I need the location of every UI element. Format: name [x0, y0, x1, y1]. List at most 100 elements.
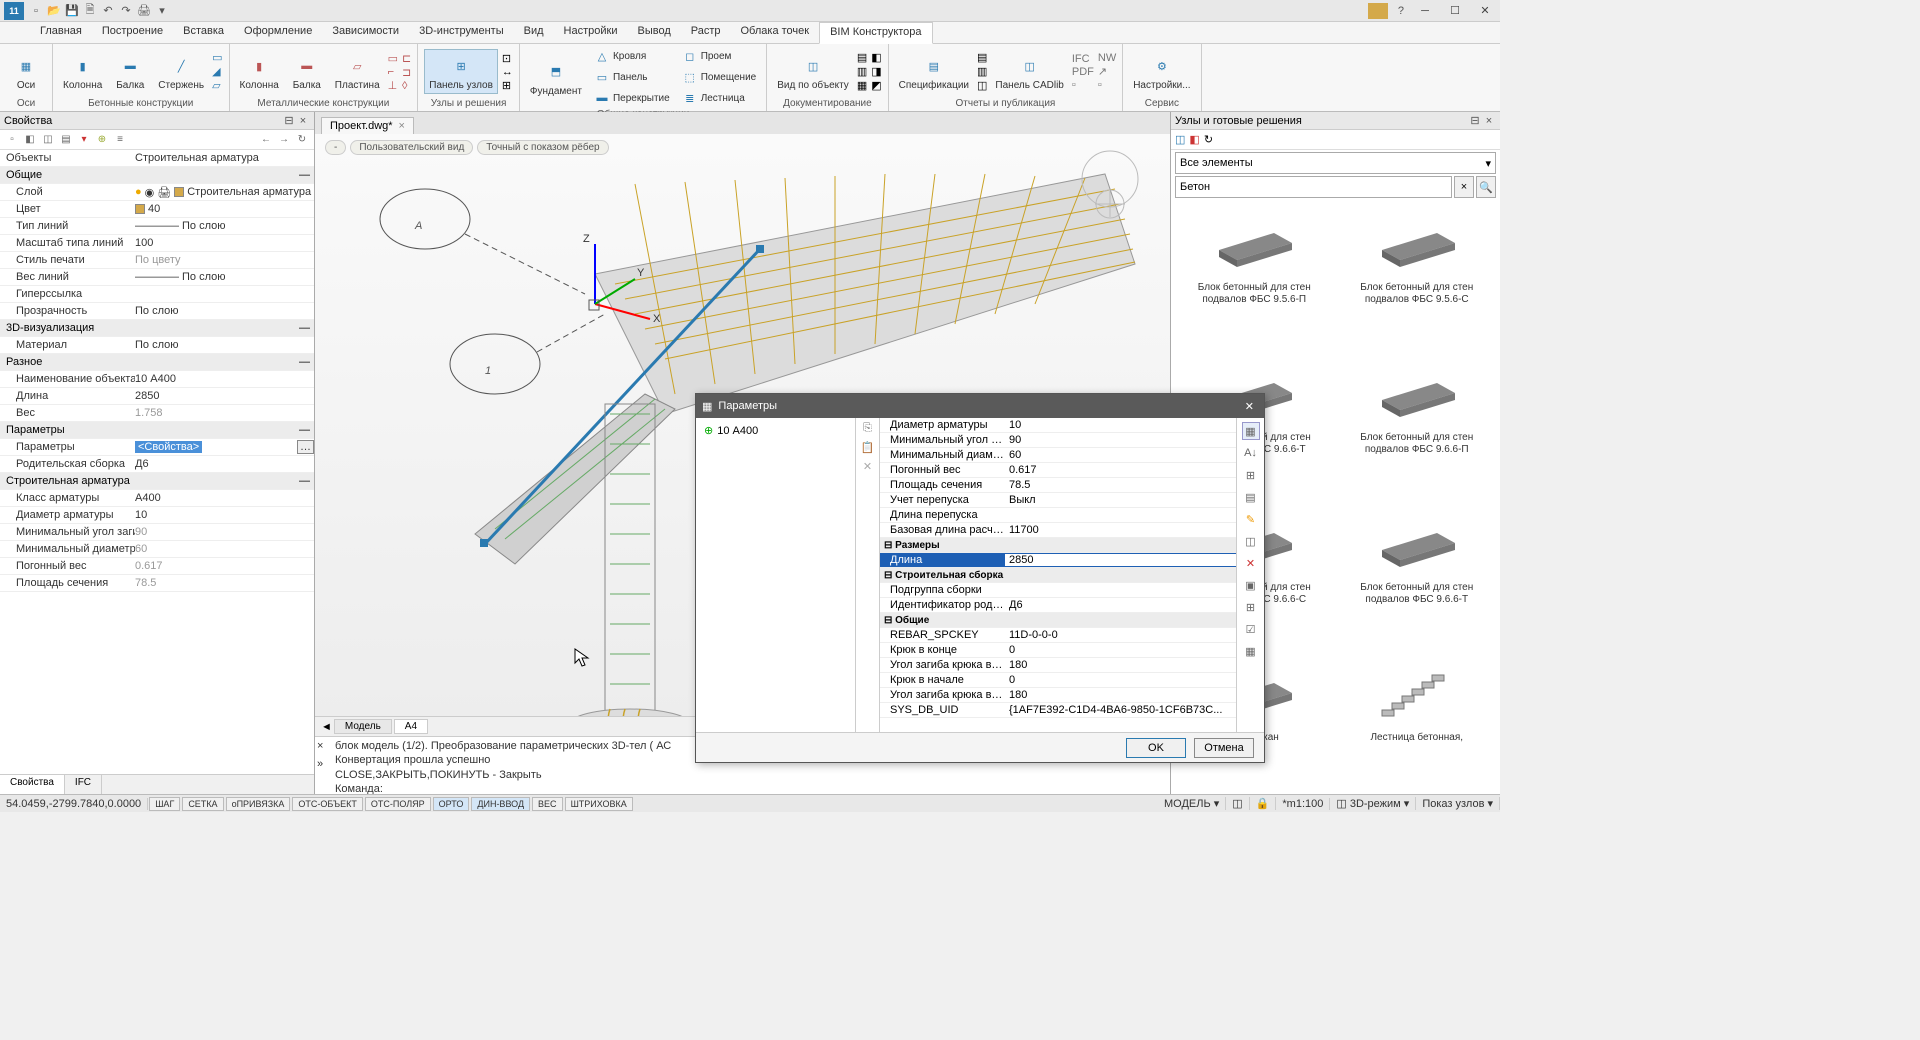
sim-icon[interactable]: ↗ — [1098, 65, 1116, 78]
extra-icon[interactable]: ◢ — [212, 65, 222, 78]
specifications-button[interactable]: ▤Спецификации — [895, 50, 973, 93]
material-value[interactable]: По слою — [135, 339, 314, 351]
section-rebar[interactable]: Строительная арматура— — [0, 473, 314, 490]
params-value[interactable]: <Свойства>… — [135, 440, 314, 454]
tool-icon[interactable]: ◧ — [1189, 133, 1199, 146]
tool-icon[interactable]: ⊞ — [1242, 466, 1260, 484]
extra-icon[interactable]: ↔ — [502, 66, 513, 78]
extra-icon[interactable]: ◧ — [871, 51, 881, 64]
tab-pointcloud[interactable]: Облака точек — [731, 22, 820, 43]
saveall-icon[interactable]: 🗎 — [82, 3, 98, 19]
maximize-button[interactable]: ☐ — [1440, 1, 1470, 21]
extra-icon[interactable]: ▦ — [857, 79, 867, 92]
parentasm-value[interactable]: Д6 — [135, 458, 314, 470]
section-params[interactable]: Параметры— — [0, 422, 314, 439]
dialog-prop-row[interactable]: Подгруппа сборки — [880, 583, 1236, 598]
dialog-prop-row[interactable]: Базовая длина расчета пер...11700 — [880, 523, 1236, 538]
tab-main[interactable]: Главная — [30, 22, 92, 43]
search-icon[interactable]: 🔍 — [1476, 176, 1496, 198]
extra-icon[interactable]: ⊞ — [502, 79, 513, 92]
status-toggle[interactable]: ОТС-ПОЛЯР — [365, 797, 431, 811]
tab-3dtools[interactable]: 3D-инструменты — [409, 22, 514, 43]
scale-icon[interactable]: ▫ — [1072, 79, 1094, 91]
save-icon[interactable]: 💾 — [64, 3, 80, 19]
tool-icon[interactable]: ☑ — [1242, 620, 1260, 638]
catalog-item[interactable]: Блок бетонный для стен подвалов ФБС 9.5.… — [1175, 206, 1334, 352]
extra-icon[interactable]: ⊥ — [388, 79, 398, 92]
close-icon[interactable]: ✕ — [1241, 400, 1258, 413]
catalog-item[interactable]: Блок бетонный для стен подвалов ФБС 9.6.… — [1338, 356, 1497, 502]
minimize-button[interactable]: ─ — [1410, 1, 1440, 21]
model-tab-a4[interactable]: А4 — [394, 719, 428, 734]
model-tab-model[interactable]: Модель — [334, 719, 392, 734]
status-toggle[interactable]: ОТС-ОБЪЕКТ — [292, 797, 362, 811]
tree-node[interactable]: ⊕10 А400 — [700, 422, 851, 439]
ltscale-value[interactable]: 100 — [135, 237, 314, 249]
diameter-value[interactable]: 10 — [135, 509, 314, 521]
sort-categorized-icon[interactable]: ▦ — [1242, 422, 1260, 440]
tool-icon[interactable]: ≡ — [112, 132, 128, 148]
tab-constraints[interactable]: Зависимости — [322, 22, 409, 43]
panel-button[interactable]: ▭Панель — [590, 67, 674, 87]
search-input[interactable] — [1175, 176, 1452, 198]
dialog-prop-row[interactable]: Минимальный диаметр гиба60 — [880, 448, 1236, 463]
extra-icon[interactable]: ⌐ — [388, 66, 398, 78]
status-toggle[interactable]: ШТРИХОВКА — [565, 797, 633, 811]
opening-button[interactable]: ◻Проем — [678, 46, 761, 66]
dialog-prop-row[interactable]: Крюк в конце0 — [880, 643, 1236, 658]
pdf-icon[interactable]: PDF — [1072, 66, 1094, 78]
btab-properties[interactable]: Свойства — [0, 775, 65, 794]
close-icon[interactable]: × — [296, 115, 310, 127]
rebar-button[interactable]: ╱Стержень — [154, 50, 208, 93]
tool-icon[interactable]: ▫ — [4, 132, 20, 148]
rebarclass-value[interactable]: А400 — [135, 492, 314, 504]
tab-build[interactable]: Построение — [92, 22, 173, 43]
close-icon[interactable]: × — [317, 739, 323, 753]
nw-icon[interactable]: NW — [1098, 52, 1116, 64]
tab-bim[interactable]: BIM Конструктора — [819, 22, 932, 44]
extra-icon[interactable]: ▱ — [212, 79, 222, 92]
status-toggle[interactable]: ОРТО — [433, 797, 470, 811]
extra-icon[interactable]: ⊐ — [402, 66, 411, 79]
catalog-item[interactable]: Блок бетонный для стен подвалов ФБС 9.6.… — [1338, 506, 1497, 652]
view-by-object-button[interactable]: ◫Вид по объекту — [773, 50, 853, 93]
nodes-panel-button[interactable]: ⊞Панель узлов — [424, 49, 498, 94]
extra-icon[interactable]: ▤ — [977, 51, 987, 64]
window-tab-icon[interactable] — [1368, 3, 1388, 19]
tool-icon[interactable]: ◫ — [1175, 133, 1185, 146]
tool-icon[interactable]: ↻ — [294, 132, 310, 148]
section-general[interactable]: Общие— — [0, 167, 314, 184]
section-misc[interactable]: Разное— — [0, 354, 314, 371]
linetype-value[interactable]: ———— По слою — [135, 220, 314, 232]
status-scale[interactable]: *m1:100 — [1276, 798, 1330, 810]
extra-icon[interactable]: ⊡ — [502, 52, 513, 65]
dialog-prop-row[interactable]: Крюк в начале0 — [880, 673, 1236, 688]
roof-button[interactable]: △Кровля — [590, 46, 674, 66]
lineweight-value[interactable]: ———— По слою — [135, 271, 314, 283]
filter-combo[interactable]: Все элементы▾ — [1175, 152, 1496, 174]
extra-icon[interactable]: ◩ — [871, 79, 881, 92]
expand-icon[interactable]: » — [317, 757, 323, 771]
extra-icon[interactable]: ▭ — [212, 51, 222, 64]
color-value[interactable]: 40 — [135, 203, 314, 215]
undo-icon[interactable]: ↶ — [100, 3, 116, 19]
tab-insert[interactable]: Вставка — [173, 22, 234, 43]
tab-annotate[interactable]: Оформление — [234, 22, 322, 43]
axes-button[interactable]: ▦Оси — [6, 50, 46, 93]
status-nodes[interactable]: Показ узлов ▾ — [1416, 797, 1500, 810]
cancel-button[interactable]: Отмена — [1194, 738, 1254, 758]
copy-icon[interactable]: ⎘ — [863, 422, 872, 435]
dialog-prop-row[interactable]: Длина перепуска — [880, 508, 1236, 523]
extra-icon[interactable]: ◊ — [402, 80, 411, 92]
pin-icon[interactable]: ⊟ — [1468, 114, 1482, 127]
dialog-titlebar[interactable]: ▦Параметры ✕ — [696, 394, 1264, 418]
close-icon[interactable]: × — [1482, 115, 1496, 127]
tool-icon[interactable]: ↻ — [1204, 133, 1213, 146]
tool-icon[interactable]: → — [276, 132, 292, 148]
status-lock[interactable]: 🔒 — [1250, 797, 1277, 810]
tool-icon[interactable]: ✕ — [1242, 554, 1260, 572]
extra-icon[interactable]: ▥ — [857, 65, 867, 78]
view-cube[interactable] — [1070, 144, 1150, 224]
dialog-prop-row[interactable]: Учет перепускаВыкл — [880, 493, 1236, 508]
new-icon[interactable]: ▫ — [28, 3, 44, 19]
